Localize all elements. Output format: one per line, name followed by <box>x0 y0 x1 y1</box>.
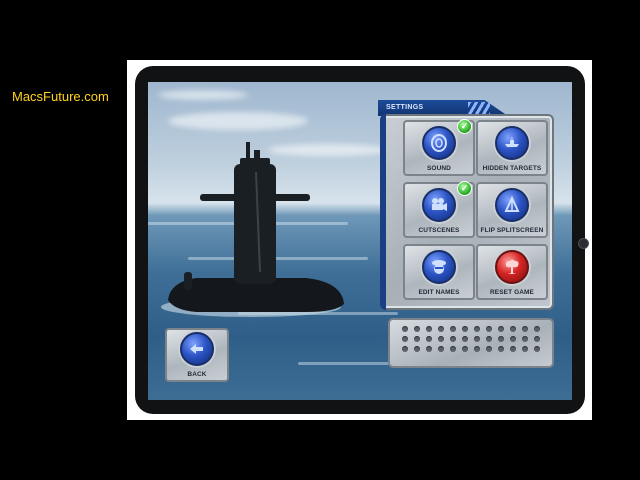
grille-hole <box>510 326 516 332</box>
grille-hole <box>486 326 492 332</box>
grille-hole <box>462 326 468 332</box>
grille-hole <box>414 326 420 332</box>
home-button[interactable] <box>578 238 589 249</box>
back-arrow-icon <box>180 332 214 366</box>
grille-hole <box>474 346 480 352</box>
grille-hole <box>534 346 540 352</box>
sound-toggle[interactable]: ✓ SOUND <box>403 119 475 176</box>
hidden-targets-toggle[interactable]: HIDDEN TARGETS <box>476 120 548 176</box>
settings-title: SETTINGS <box>386 104 424 111</box>
back-label: BACK <box>187 371 207 378</box>
grille-hole <box>414 336 420 342</box>
grille-hole <box>534 336 540 342</box>
grille-hole <box>426 346 432 352</box>
ship-target-icon <box>495 126 529 160</box>
explosion-icon <box>495 250 529 284</box>
grille-hole <box>402 326 408 332</box>
grille-hole <box>438 326 444 332</box>
grille-hole <box>486 336 492 342</box>
watermark-text: MacsFuture.com <box>12 89 109 104</box>
grille-hole <box>534 326 540 332</box>
reset-game-button[interactable]: RESET GAME <box>476 244 548 300</box>
grille-hole <box>522 336 528 342</box>
grille-hole <box>498 346 504 352</box>
flip-splitscreen-toggle[interactable]: FLIP SPLITSCREEN <box>476 182 548 238</box>
grille-hole <box>426 336 432 342</box>
hidden-targets-label: HIDDEN TARGETS <box>482 165 542 172</box>
header-stripes <box>468 102 490 114</box>
grille-hole <box>402 336 408 342</box>
grille-hole <box>522 326 528 332</box>
reset-game-label: RESET GAME <box>490 289 534 296</box>
cutscenes-label: CUTSCENES <box>418 227 460 234</box>
sailor-head-icon <box>422 250 456 284</box>
game-screen: SETTINGS ✓ SOUND HIDDEN TARGETS ✓ CUTSCE… <box>148 82 572 400</box>
speaker-grille-panel <box>388 318 554 368</box>
film-camera-icon <box>422 188 456 222</box>
submarine-illustration <box>161 142 344 317</box>
edit-names-label: EDIT NAMES <box>418 289 460 296</box>
grille-hole <box>402 346 408 352</box>
sound-icon <box>422 126 456 160</box>
grille-hole <box>510 346 516 352</box>
flip-splitscreen-label: FLIP SPLITSCREEN <box>480 227 544 234</box>
cutscenes-checked-icon: ✓ <box>457 181 472 196</box>
grille-hole <box>450 326 456 332</box>
flip-screen-icon <box>495 188 529 222</box>
edit-names-button[interactable]: EDIT NAMES <box>403 244 475 300</box>
sound-label: SOUND <box>427 165 451 172</box>
settings-panel-edge <box>380 114 386 310</box>
grille-hole <box>498 336 504 342</box>
grille-hole <box>450 336 456 342</box>
back-button[interactable]: BACK <box>165 328 229 382</box>
cloud <box>158 90 248 100</box>
sound-checked-icon: ✓ <box>457 119 472 134</box>
grille-hole <box>474 336 480 342</box>
speaker-grille <box>402 326 544 352</box>
grille-hole <box>486 346 492 352</box>
grille-hole <box>522 346 528 352</box>
grille-hole <box>438 336 444 342</box>
grille-hole <box>426 326 432 332</box>
grille-hole <box>414 346 420 352</box>
grille-hole <box>462 346 468 352</box>
grille-hole <box>510 336 516 342</box>
grille-hole <box>474 326 480 332</box>
grille-hole <box>450 346 456 352</box>
grille-hole <box>498 326 504 332</box>
grille-hole <box>462 336 468 342</box>
grille-hole <box>438 346 444 352</box>
cutscenes-toggle[interactable]: ✓ CUTSCENES <box>403 181 475 238</box>
